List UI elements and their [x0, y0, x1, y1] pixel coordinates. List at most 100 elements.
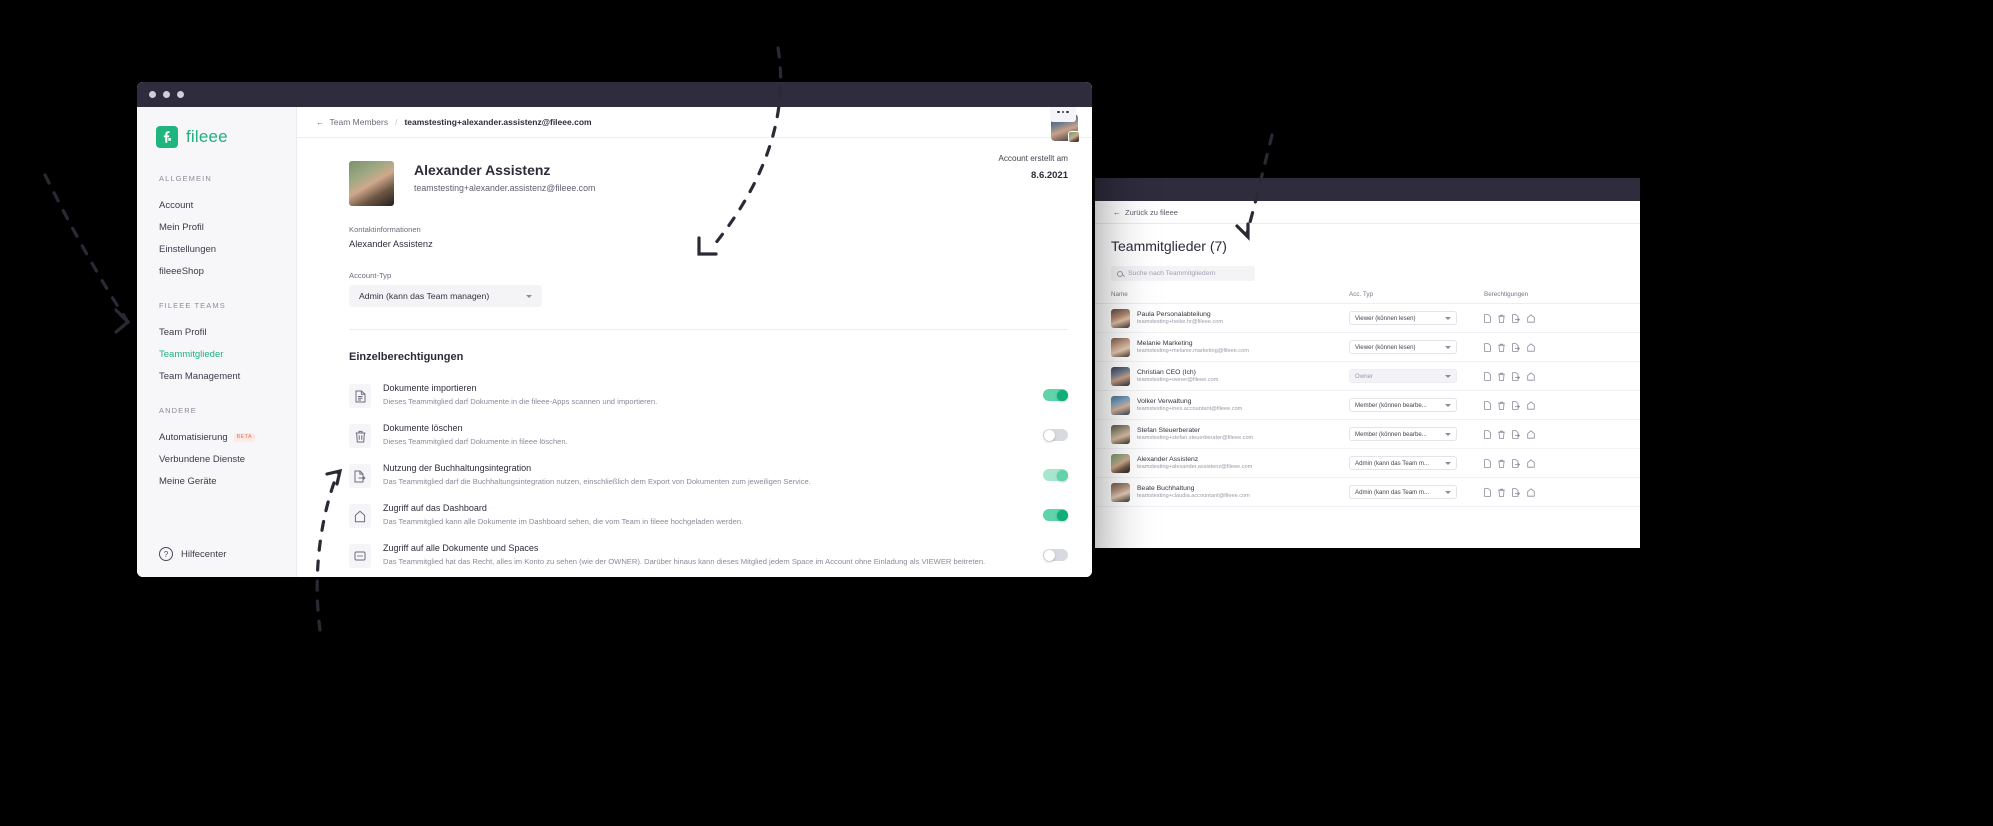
- permission-description: Das Teammitglied darf die Buchhaltungsin…: [383, 477, 811, 486]
- trash-icon[interactable]: [1498, 314, 1505, 323]
- home-icon[interactable]: [1527, 429, 1535, 439]
- sidebar-item-team-management[interactable]: Team Management: [137, 365, 296, 387]
- trash-icon[interactable]: [1498, 401, 1505, 410]
- home-icon[interactable]: [1527, 400, 1535, 410]
- profile-content: Alexander Assistenz teamstesting+alexand…: [297, 107, 1092, 577]
- table-row[interactable]: Paula Personalabteilung teamstesting+heik…: [1095, 304, 1640, 333]
- chevron-down-icon: [1445, 345, 1451, 349]
- member-name: Beate Buchhaltung: [1137, 484, 1195, 492]
- role-select[interactable]: Viewer (können lesen): [1349, 340, 1457, 354]
- profile-avatar: [349, 161, 394, 206]
- home-icon[interactable]: [1527, 458, 1535, 468]
- member-role-cell: Member (können bearbe...: [1349, 427, 1484, 441]
- back-window-titlebar: [1095, 178, 1640, 201]
- export-icon[interactable]: [1512, 487, 1520, 497]
- role-value: Member (können bearbe...: [1355, 430, 1427, 438]
- chevron-down-icon: [1445, 490, 1451, 494]
- back-to-fileee-link[interactable]: ← Zurück zu fileee: [1095, 201, 1640, 224]
- export-icon[interactable]: [1512, 313, 1520, 323]
- permission-text: Zugriff auf das Dashboard Das Teammitglie…: [371, 503, 1043, 526]
- account-type-select[interactable]: Admin (kann das Team managen): [349, 285, 542, 307]
- document-icon[interactable]: [1484, 400, 1491, 410]
- arrow-left-icon: ←: [1113, 207, 1121, 217]
- export-icon[interactable]: [1512, 400, 1520, 410]
- document-icon[interactable]: [1484, 313, 1491, 323]
- permission-description: Dieses Teammitglied darf Dokumente in di…: [383, 397, 658, 406]
- sidebar-item-meine-ger-te[interactable]: Meine Geräte: [137, 470, 296, 492]
- permission-toggle[interactable]: [1043, 549, 1068, 561]
- home-icon[interactable]: [1527, 487, 1535, 497]
- nav-group-label: FILEEE TEAMS: [159, 301, 226, 310]
- sidebar-item-fileeeshop[interactable]: fileeeShop: [137, 260, 296, 282]
- sidebar-item-hilfecenter[interactable]: ? Hilfecenter: [137, 547, 296, 577]
- document-icon[interactable]: [1484, 371, 1491, 381]
- permission-toggle[interactable]: [1043, 509, 1068, 521]
- document-icon[interactable]: [1484, 458, 1491, 468]
- table-row[interactable]: Alexander Assistenz teamstesting+alexande…: [1095, 449, 1640, 478]
- role-select[interactable]: Member (können bearbe...: [1349, 398, 1457, 412]
- table-row[interactable]: Christian CEO (Ich) teamstesting+owner@fi…: [1095, 362, 1640, 391]
- member-permission-icons: [1484, 458, 1535, 468]
- member-permission-icons: [1484, 487, 1535, 497]
- member-email: teamstesting+alexander.assistenz@fileee.…: [1137, 463, 1253, 470]
- more-options-button[interactable]: [1050, 107, 1076, 122]
- members-table-header: Name Acc. Typ Berechtigungen: [1095, 291, 1640, 304]
- document-icon[interactable]: [1484, 429, 1491, 439]
- export-icon[interactable]: [1512, 342, 1520, 352]
- export-icon[interactable]: [1512, 458, 1520, 468]
- role-value: Member (können bearbe...: [1355, 401, 1427, 409]
- table-row[interactable]: Melanie Marketing teamstesting+melanie.ma…: [1095, 333, 1640, 362]
- minimize-window-button[interactable]: [163, 91, 170, 98]
- role-select[interactable]: Admin (kann das Team m...: [1349, 456, 1457, 470]
- sidebar-item-einstellungen[interactable]: Einstellungen: [137, 238, 296, 260]
- home-icon[interactable]: [1527, 313, 1535, 323]
- table-row[interactable]: Beate Buchhaltung teamstesting+claudia.ac…: [1095, 478, 1640, 507]
- trash-icon[interactable]: [1498, 372, 1505, 381]
- role-select[interactable]: Viewer (können lesen): [1349, 311, 1457, 325]
- export-icon[interactable]: [1512, 371, 1520, 381]
- role-select[interactable]: Admin (kann das Team m...: [1349, 485, 1457, 499]
- close-window-button[interactable]: [149, 91, 156, 98]
- breadcrumb-separator: /: [395, 117, 398, 127]
- arrow-path-left: [43, 173, 130, 324]
- role-select[interactable]: Member (können bearbe...: [1349, 427, 1457, 441]
- home-icon[interactable]: [1527, 371, 1535, 381]
- sidebar-item-teammitglieder[interactable]: Teammitglieder: [137, 343, 296, 365]
- permission-description: Das Teammitglied hat das Recht, alles im…: [383, 557, 986, 566]
- sidebar-item-automatisierung[interactable]: Automatisierung BETA: [137, 426, 296, 448]
- member-identity: Christian CEO (Ich) teamstesting+owner@fi…: [1111, 366, 1349, 386]
- breadcrumb-back-link[interactable]: ← Team Members: [316, 117, 388, 127]
- member-identity: Paula Personalabteilung teamstesting+heik…: [1111, 308, 1349, 328]
- avatar: [1111, 366, 1130, 386]
- permission-text: Zugriff auf alle Dokumente und Spaces Das…: [371, 543, 1043, 566]
- export-icon[interactable]: [1512, 429, 1520, 439]
- table-row[interactable]: Stefan Steuerberater teamstesting+stefan.…: [1095, 420, 1640, 449]
- permission-toggle[interactable]: [1043, 429, 1068, 441]
- member-search-input[interactable]: Suche nach Teammitgliedern: [1111, 266, 1255, 281]
- trash-icon[interactable]: [1498, 343, 1505, 352]
- trash-icon[interactable]: [1498, 459, 1505, 468]
- permission-description: Das Teammitglied kann alle Dokumente im …: [383, 517, 744, 526]
- document-icon[interactable]: [1484, 342, 1491, 352]
- role-value: Viewer (können lesen): [1355, 343, 1416, 351]
- trash-icon[interactable]: [1498, 488, 1505, 497]
- home-icon[interactable]: [1527, 342, 1535, 352]
- permission-row: Zugriff auf das Dashboard Das Teammitglie…: [349, 497, 1092, 537]
- document-icon[interactable]: [1484, 487, 1491, 497]
- sidebar-item-account[interactable]: Account: [137, 194, 296, 216]
- sidebar-item-label: Team Profil: [159, 326, 207, 338]
- trash-icon[interactable]: [1498, 430, 1505, 439]
- sidebar-item-team-profil[interactable]: Team Profil: [137, 321, 296, 343]
- permission-toggle[interactable]: [1043, 469, 1068, 481]
- maximize-window-button[interactable]: [177, 91, 184, 98]
- avatar: [1111, 482, 1130, 502]
- member-email: teamstesting+ines.accountant@fileee.com: [1137, 405, 1243, 412]
- contact-info-value: Alexander Assistenz: [349, 239, 433, 249]
- profile-fields: Account erstellt am 8.6.2021 Kontaktinfo…: [297, 107, 1092, 307]
- member-name: Stefan Steuerberater: [1137, 426, 1201, 434]
- sidebar-item-verbundene-dienste[interactable]: Verbundene Dienste: [137, 448, 296, 470]
- table-row[interactable]: Volker Verwaltung teamstesting+ines.accou…: [1095, 391, 1640, 420]
- brand-logo[interactable]: fileee: [137, 107, 296, 148]
- sidebar-item-mein-profil[interactable]: Mein Profil: [137, 216, 296, 238]
- permission-toggle[interactable]: [1043, 389, 1068, 401]
